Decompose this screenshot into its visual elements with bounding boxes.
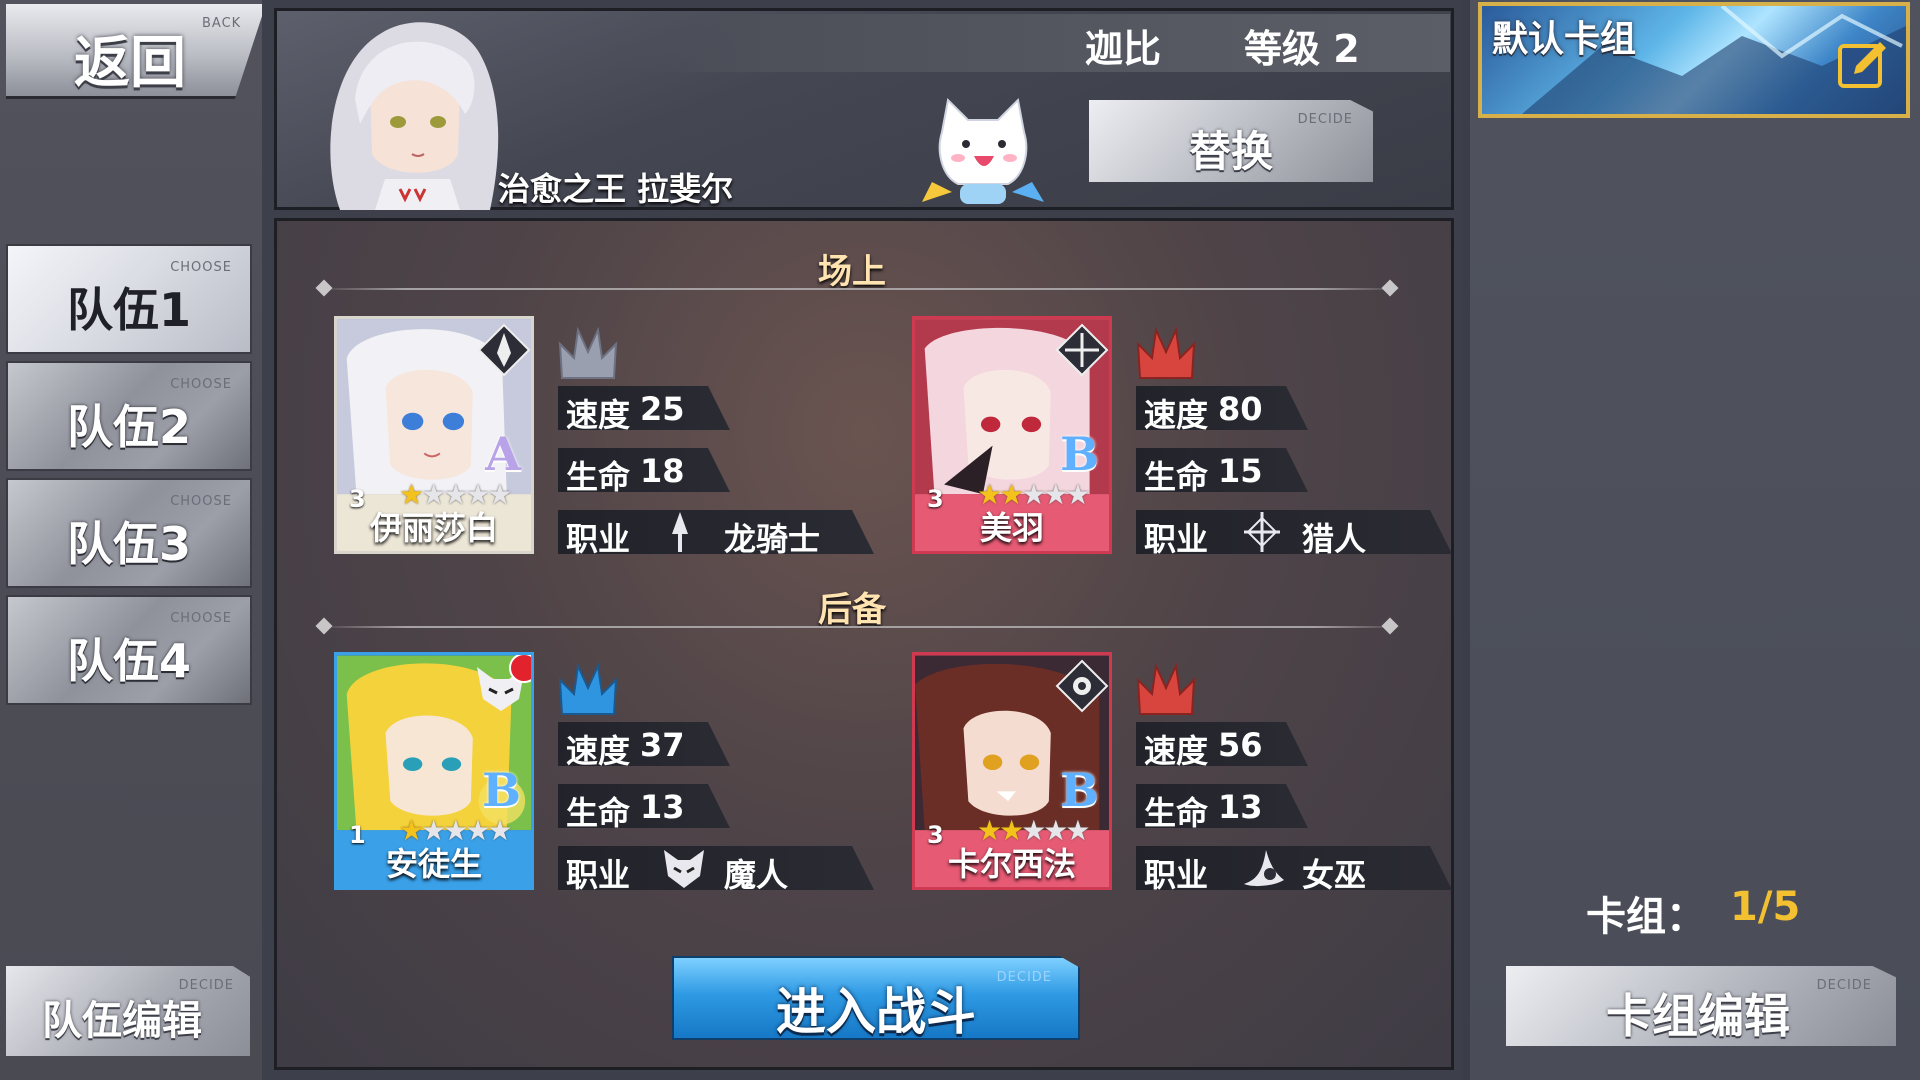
stat-hp: 生命 15 bbox=[1136, 448, 1308, 492]
section-field-title: 场上 bbox=[818, 252, 886, 292]
stat-label: 速度 bbox=[566, 732, 631, 770]
stat-label: 生命 bbox=[1144, 794, 1209, 832]
notification-dot bbox=[509, 655, 531, 683]
back-button[interactable]: 返回 BACK bbox=[6, 4, 266, 99]
crosshair-class-icon bbox=[1055, 323, 1109, 377]
team-tab-tag: CHOOSE bbox=[170, 260, 232, 275]
stat-label: 速度 bbox=[566, 396, 631, 434]
card-name: 卡尔西法 bbox=[947, 845, 1076, 883]
team-tab-2[interactable]: CHOOSE 队伍2 bbox=[6, 361, 252, 471]
lance-class-icon bbox=[477, 323, 531, 377]
team-edit-button[interactable]: DECIDE 队伍编辑 bbox=[6, 966, 250, 1056]
team-tab-tag: CHOOSE bbox=[170, 494, 232, 509]
stat-label: 速度 bbox=[1144, 396, 1209, 434]
crown-crest-icon bbox=[558, 662, 618, 715]
team-tab-tag: CHOOSE bbox=[170, 611, 232, 626]
stat-label: 职业 bbox=[1144, 520, 1209, 558]
edit-icon[interactable] bbox=[1836, 36, 1892, 92]
team-tab-label: 队伍1 bbox=[66, 283, 191, 337]
stat-value: 18 bbox=[640, 452, 685, 490]
stat-label: 生命 bbox=[1144, 458, 1209, 496]
stat-label: 生命 bbox=[566, 794, 631, 832]
team-tab-4[interactable]: CHOOSE 队伍4 bbox=[6, 595, 252, 705]
job-name: 魔人 bbox=[724, 856, 789, 894]
rank-badge: B bbox=[482, 763, 521, 817]
stat-value: 15 bbox=[1218, 452, 1263, 490]
pet-cat-icon[interactable] bbox=[912, 92, 1052, 210]
back-label: 返回 bbox=[74, 31, 186, 96]
crown-crest-icon bbox=[1136, 662, 1196, 715]
crown-crest-icon bbox=[1136, 326, 1196, 379]
team-edit-label: 队伍编辑 bbox=[42, 998, 202, 1044]
replace-label: 替换 bbox=[1189, 127, 1274, 176]
rank-badge: B bbox=[1060, 427, 1099, 481]
team-tab-tag: CHOOSE bbox=[170, 377, 232, 392]
stat-value: 13 bbox=[1218, 788, 1263, 826]
team-tab-3[interactable]: CHOOSE 队伍3 bbox=[6, 478, 252, 588]
demon-mask-icon bbox=[660, 846, 708, 890]
deck-count-value: 1/5 bbox=[1730, 884, 1801, 930]
stat-speed: 速度 37 bbox=[558, 722, 730, 766]
rank-badge: B bbox=[1060, 763, 1099, 817]
character-card[interactable]: B 3 ★★★★★ 美羽 bbox=[912, 316, 1112, 554]
stat-job: 职业 猎人 bbox=[1136, 510, 1452, 554]
stat-job: 职业 魔人 bbox=[558, 846, 874, 890]
hero-name: 治愈之王 拉斐尔 bbox=[498, 170, 734, 208]
enter-battle-label: 进入战斗 bbox=[776, 983, 976, 1041]
divider bbox=[318, 626, 1402, 628]
stat-label: 速度 bbox=[1144, 732, 1209, 770]
stat-speed: 速度 25 bbox=[558, 386, 730, 430]
stat-label: 职业 bbox=[566, 856, 631, 894]
stat-value: 13 bbox=[640, 788, 685, 826]
player-name: 迦比 bbox=[1085, 27, 1162, 71]
team-tab-label: 队伍3 bbox=[66, 517, 191, 571]
stat-label: 职业 bbox=[566, 520, 631, 558]
character-card[interactable]: B 1 ★★★★★ 安徒生 bbox=[334, 652, 534, 890]
crosshair-icon bbox=[1238, 510, 1286, 554]
stat-job: 职业 女巫 bbox=[1136, 846, 1452, 890]
enter-battle-button[interactable]: DECIDE 进入战斗 bbox=[672, 956, 1080, 1040]
stat-hp: 生命 18 bbox=[558, 448, 730, 492]
stat-label: 职业 bbox=[1144, 856, 1209, 894]
stat-label: 生命 bbox=[566, 458, 631, 496]
rank-badge: A bbox=[485, 427, 521, 481]
stat-hp: 生命 13 bbox=[1136, 784, 1308, 828]
hero-portrait[interactable] bbox=[300, 4, 530, 210]
player-level: 等级 2 bbox=[1244, 27, 1360, 71]
character-card[interactable]: B 3 ★★★★★ 卡尔西法 bbox=[912, 652, 1112, 890]
default-deck-banner[interactable]: 默认卡组 bbox=[1478, 2, 1910, 118]
character-card[interactable]: A 3 ★★★★★ 伊丽莎白 bbox=[334, 316, 534, 554]
witch-hat-icon bbox=[1238, 846, 1290, 890]
crown-crest-icon bbox=[558, 326, 618, 379]
team-tab-label: 队伍4 bbox=[66, 634, 191, 688]
replace-button[interactable]: DECIDE 替换 bbox=[1089, 100, 1373, 182]
job-name: 猎人 bbox=[1302, 520, 1367, 558]
stat-speed: 速度 80 bbox=[1136, 386, 1308, 430]
team-tab-1[interactable]: CHOOSE 队伍1 bbox=[6, 244, 252, 354]
card-name: 伊丽莎白 bbox=[369, 509, 498, 547]
stat-hp: 生命 13 bbox=[558, 784, 730, 828]
card-name: 安徒生 bbox=[385, 845, 482, 883]
default-deck-label: 默认卡组 bbox=[1492, 19, 1637, 60]
divider bbox=[318, 288, 1402, 290]
job-name: 龙骑士 bbox=[724, 520, 821, 558]
section-reserve-title: 后备 bbox=[818, 590, 886, 630]
stat-value: 80 bbox=[1218, 390, 1263, 428]
deck-edit-tag: DECIDE bbox=[1816, 978, 1872, 993]
back-tag: BACK bbox=[202, 16, 242, 31]
stat-value: 25 bbox=[640, 390, 685, 428]
replace-tag: DECIDE bbox=[1297, 112, 1353, 127]
deck-count-label: 卡组： bbox=[1586, 894, 1706, 940]
stat-value: 56 bbox=[1218, 726, 1263, 764]
stat-value: 37 bbox=[640, 726, 685, 764]
job-name: 女巫 bbox=[1302, 856, 1367, 894]
stat-speed: 速度 56 bbox=[1136, 722, 1308, 766]
team-tab-label: 队伍2 bbox=[66, 400, 191, 454]
deck-edit-button[interactable]: DECIDE 卡组编辑 bbox=[1506, 966, 1896, 1046]
lance-icon bbox=[660, 510, 700, 554]
witch-class-icon bbox=[1055, 659, 1109, 713]
card-name: 美羽 bbox=[979, 509, 1044, 547]
deck-edit-label: 卡组编辑 bbox=[1606, 989, 1790, 1043]
stat-job: 职业 龙骑士 bbox=[558, 510, 874, 554]
